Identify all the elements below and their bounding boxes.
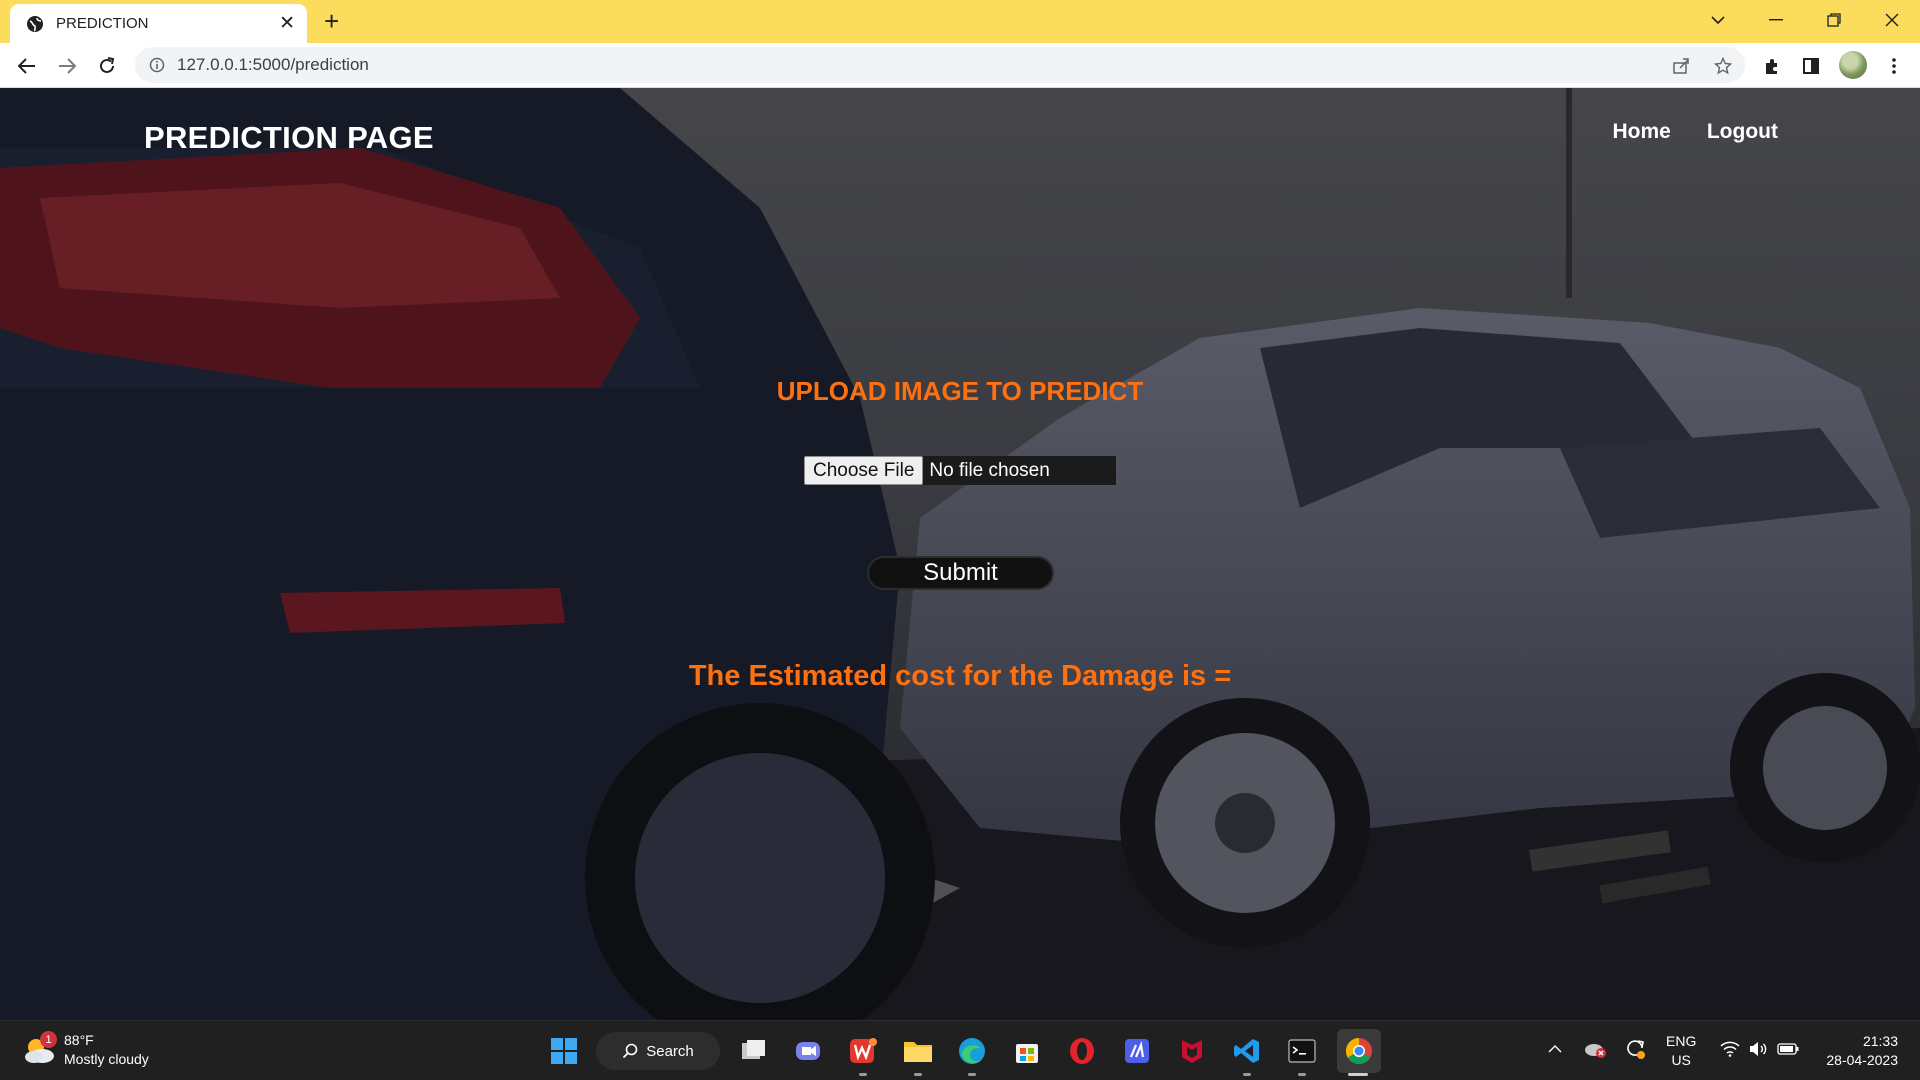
close-tab-icon[interactable]: ✕ [279, 14, 295, 33]
terminal-icon[interactable] [1282, 1031, 1322, 1071]
kebab-menu-icon[interactable] [1880, 52, 1908, 80]
weather-badge: 1 [40, 1031, 57, 1048]
search-icon [622, 1043, 638, 1059]
running-indicator [859, 1073, 867, 1076]
nav-logout-link[interactable]: Logout [1707, 120, 1778, 144]
active-indicator [1348, 1073, 1368, 1076]
ms-math-app-icon[interactable] [1117, 1031, 1157, 1071]
profile-avatar[interactable] [1839, 51, 1867, 79]
chrome-icon[interactable] [1337, 1029, 1381, 1073]
choose-file-button[interactable]: Choose File [804, 456, 924, 485]
clock-time: 21:33 [1862, 1033, 1898, 1049]
page-viewport: PREDICTION PAGE Home Logout UPLOAD IMAGE… [0, 88, 1920, 1020]
reload-icon[interactable] [92, 51, 122, 81]
file-input[interactable]: Choose File No file chosen [804, 456, 1116, 485]
back-icon[interactable] [12, 51, 42, 81]
submit-button[interactable]: Submit [867, 556, 1054, 590]
microsoft-store-icon[interactable] [1007, 1031, 1047, 1071]
side-panel-icon[interactable] [1797, 52, 1825, 80]
taskbar: 1 88°F Mostly cloudy Search ENG US 21:33… [0, 1020, 1920, 1080]
windows-start-icon[interactable] [544, 1031, 584, 1071]
running-indicator [1298, 1073, 1306, 1076]
weather-cloud-sun-icon: 1 [22, 1031, 57, 1065]
onedrive-error-icon[interactable] [1582, 1037, 1608, 1061]
taskbar-search-button[interactable]: Search [596, 1032, 720, 1070]
minimize-icon[interactable] [1748, 0, 1804, 40]
new-tab-icon[interactable]: + [324, 8, 339, 34]
mcafee-icon[interactable] [1172, 1031, 1212, 1071]
close-window-icon[interactable] [1864, 0, 1920, 40]
running-indicator [1243, 1073, 1251, 1076]
tab-search-icon[interactable] [1690, 0, 1746, 40]
site-info-icon[interactable] [149, 57, 165, 73]
task-view-icon[interactable] [734, 1031, 774, 1071]
input-language-indicator[interactable]: ENG US [1666, 1032, 1696, 1070]
estimated-cost-text: The Estimated cost for the Damage is = [688, 660, 1232, 692]
address-bar[interactable]: 127.0.0.1:5000/prediction [135, 47, 1745, 83]
browser-toolbar: 127.0.0.1:5000/prediction [0, 43, 1920, 88]
lang-bottom: US [1671, 1052, 1691, 1068]
running-indicator [914, 1073, 922, 1076]
share-icon[interactable] [1667, 52, 1695, 80]
globe-icon [26, 15, 44, 33]
forward-icon[interactable] [52, 51, 82, 81]
edge-browser-icon[interactable] [952, 1031, 992, 1071]
volume-icon[interactable] [1746, 1037, 1770, 1061]
wifi-icon[interactable] [1718, 1037, 1742, 1061]
dark-overlay [0, 88, 1920, 1020]
weather-desc: Mostly cloudy [64, 1051, 149, 1067]
teams-chat-icon[interactable] [788, 1031, 828, 1071]
system-clock[interactable]: 21:33 28-04-2023 [1826, 1032, 1898, 1070]
page-brand-title: PREDICTION PAGE [144, 120, 434, 155]
file-explorer-icon[interactable] [898, 1031, 938, 1071]
nav-home-link[interactable]: Home [1613, 120, 1671, 144]
file-status-text: No file chosen [929, 459, 1050, 481]
clock-date: 28-04-2023 [1826, 1052, 1898, 1068]
battery-icon[interactable] [1775, 1037, 1801, 1061]
chevron-up-icon[interactable] [1543, 1037, 1567, 1061]
tab-title: PREDICTION [56, 15, 149, 32]
lang-top: ENG [1666, 1033, 1697, 1049]
weather-widget[interactable]: 1 88°F Mostly cloudy [22, 1031, 149, 1069]
search-label: Search [646, 1042, 694, 1060]
sync-update-icon[interactable] [1622, 1037, 1648, 1061]
running-indicator [968, 1073, 976, 1076]
weather-temp: 88°F [64, 1032, 94, 1048]
wps-office-icon[interactable] [843, 1031, 883, 1071]
upload-heading: UPLOAD IMAGE TO PREDICT [776, 376, 1144, 406]
extensions-icon[interactable] [1758, 52, 1786, 80]
top-nav: Home Logout [1613, 120, 1779, 144]
restore-icon[interactable] [1806, 0, 1862, 40]
tab-strip: PREDICTION ✕ + [0, 0, 1920, 43]
vscode-icon[interactable] [1227, 1031, 1267, 1071]
browser-tab[interactable]: PREDICTION ✕ [10, 4, 307, 43]
bookmark-star-icon[interactable] [1709, 52, 1737, 80]
opera-browser-icon[interactable] [1062, 1031, 1102, 1071]
url-text: 127.0.0.1:5000/prediction [177, 55, 369, 74]
